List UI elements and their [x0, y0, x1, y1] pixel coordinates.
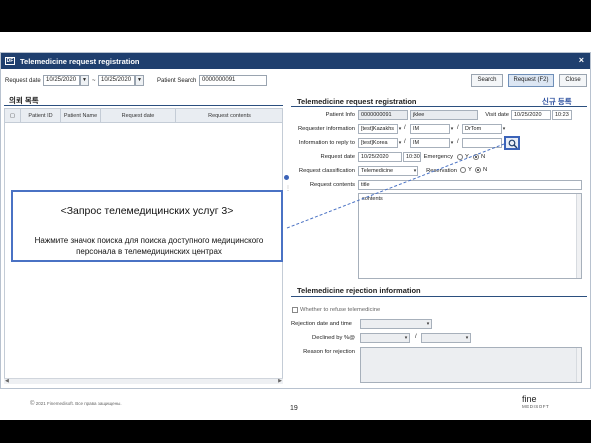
page-number: 19 — [290, 405, 298, 412]
copyright-text: 2021 Finemedisoft. Все права защищены. — [35, 401, 122, 407]
copyright-icon: © — [30, 401, 35, 407]
copyright: © 2021 Finemedisoft. Все права защищены. — [30, 401, 122, 407]
callout-body: Нажмите значок поиска для поиска доступн… — [34, 236, 264, 256]
callout-title: <Запрос телемедицинских услуг 3> — [60, 205, 234, 217]
brand-sub: MEDISOFT — [522, 404, 550, 409]
brand-logo: fine MEDISOFT — [522, 395, 549, 411]
instruction-callout: <Запрос телемедицинских услуг 3> Нажмите… — [11, 190, 283, 262]
slide-bottom-bar — [0, 420, 591, 443]
